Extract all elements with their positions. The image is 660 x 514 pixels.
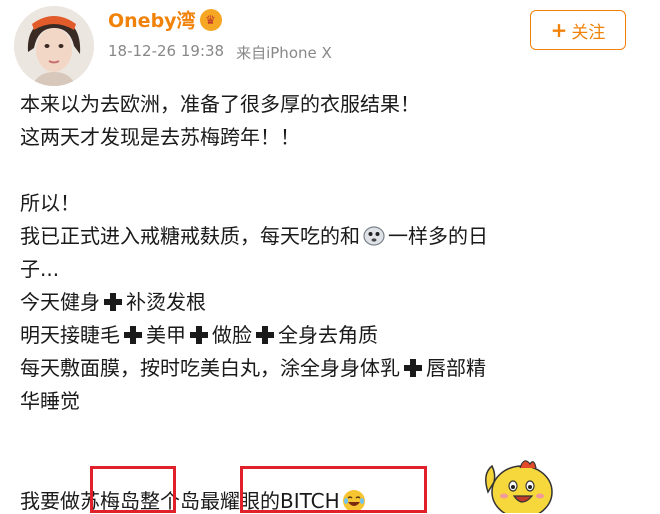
post-line: 子... [20,257,60,281]
post-line: 每天敷面膜，按时吃美白丸，涂全身身体乳 唇部精 [20,352,635,385]
post-line: 明天接睫毛 美甲 做脸 全身去角质 [20,319,635,352]
highlight-box [240,466,427,513]
follow-button-label: 关注 [571,22,606,43]
username-text[interactable]: Oneby湾 [108,6,196,33]
chick-sticker-icon [485,460,553,513]
vip-badge-icon: ♛ [199,8,222,31]
heavy-plus-icon [256,326,274,344]
post-line: 这两天才发现是去苏梅跨年！！ [20,125,300,149]
post-line: 今天健身 补烫发根 [20,286,635,319]
heavy-plus-icon [404,359,422,377]
post-text: 我已正式进入戒糖戒麸质，每天吃的和 [20,224,360,248]
post-text: 全身去角质 [278,323,378,347]
post-source: 来自iPhone X [236,44,332,62]
post-text: 明天接睫毛 [20,323,120,347]
ghost-emoji-icon [363,226,385,246]
post-timestamp: 18-12-26 19:38 [108,42,225,60]
post-meta: 18-12-26 19:38 来自iPhone X [108,42,332,63]
post-body: 本来以为去欧洲，准备了很多厚的衣服结果！ 这两天才发现是去苏梅跨年！！ 所以！ … [20,88,635,418]
heavy-plus-icon [104,293,122,311]
post-text: 我要做 [20,489,80,513]
username[interactable]: Oneby湾 ♛ [108,6,222,33]
post-text: 唇部精 [426,356,486,380]
avatar[interactable] [14,6,94,86]
post-line: 本来以为去欧洲，准备了很多厚的衣服结果！ [20,92,420,116]
avatar-image [14,6,94,86]
post-text: 做脸 [212,323,252,347]
post-text: 补烫发根 [126,290,206,314]
heavy-plus-icon [124,326,142,344]
heavy-plus-icon [190,326,208,344]
post-text: 今天健身 [20,290,100,314]
post-text: 美甲 [146,323,186,347]
post-line: 我已正式进入戒糖戒麸质，每天吃的和 一样多的日 [20,220,635,253]
post-line: 所以！ [20,191,80,215]
follow-button[interactable]: + 关注 [530,10,626,50]
post-line: 华睡觉 [20,389,80,413]
plus-icon: + [550,18,568,42]
highlight-box [90,466,176,513]
post-text: 一样多的日 [388,224,488,248]
post-text: 每天敷面膜，按时吃美白丸，涂全身身体乳 [20,356,400,380]
